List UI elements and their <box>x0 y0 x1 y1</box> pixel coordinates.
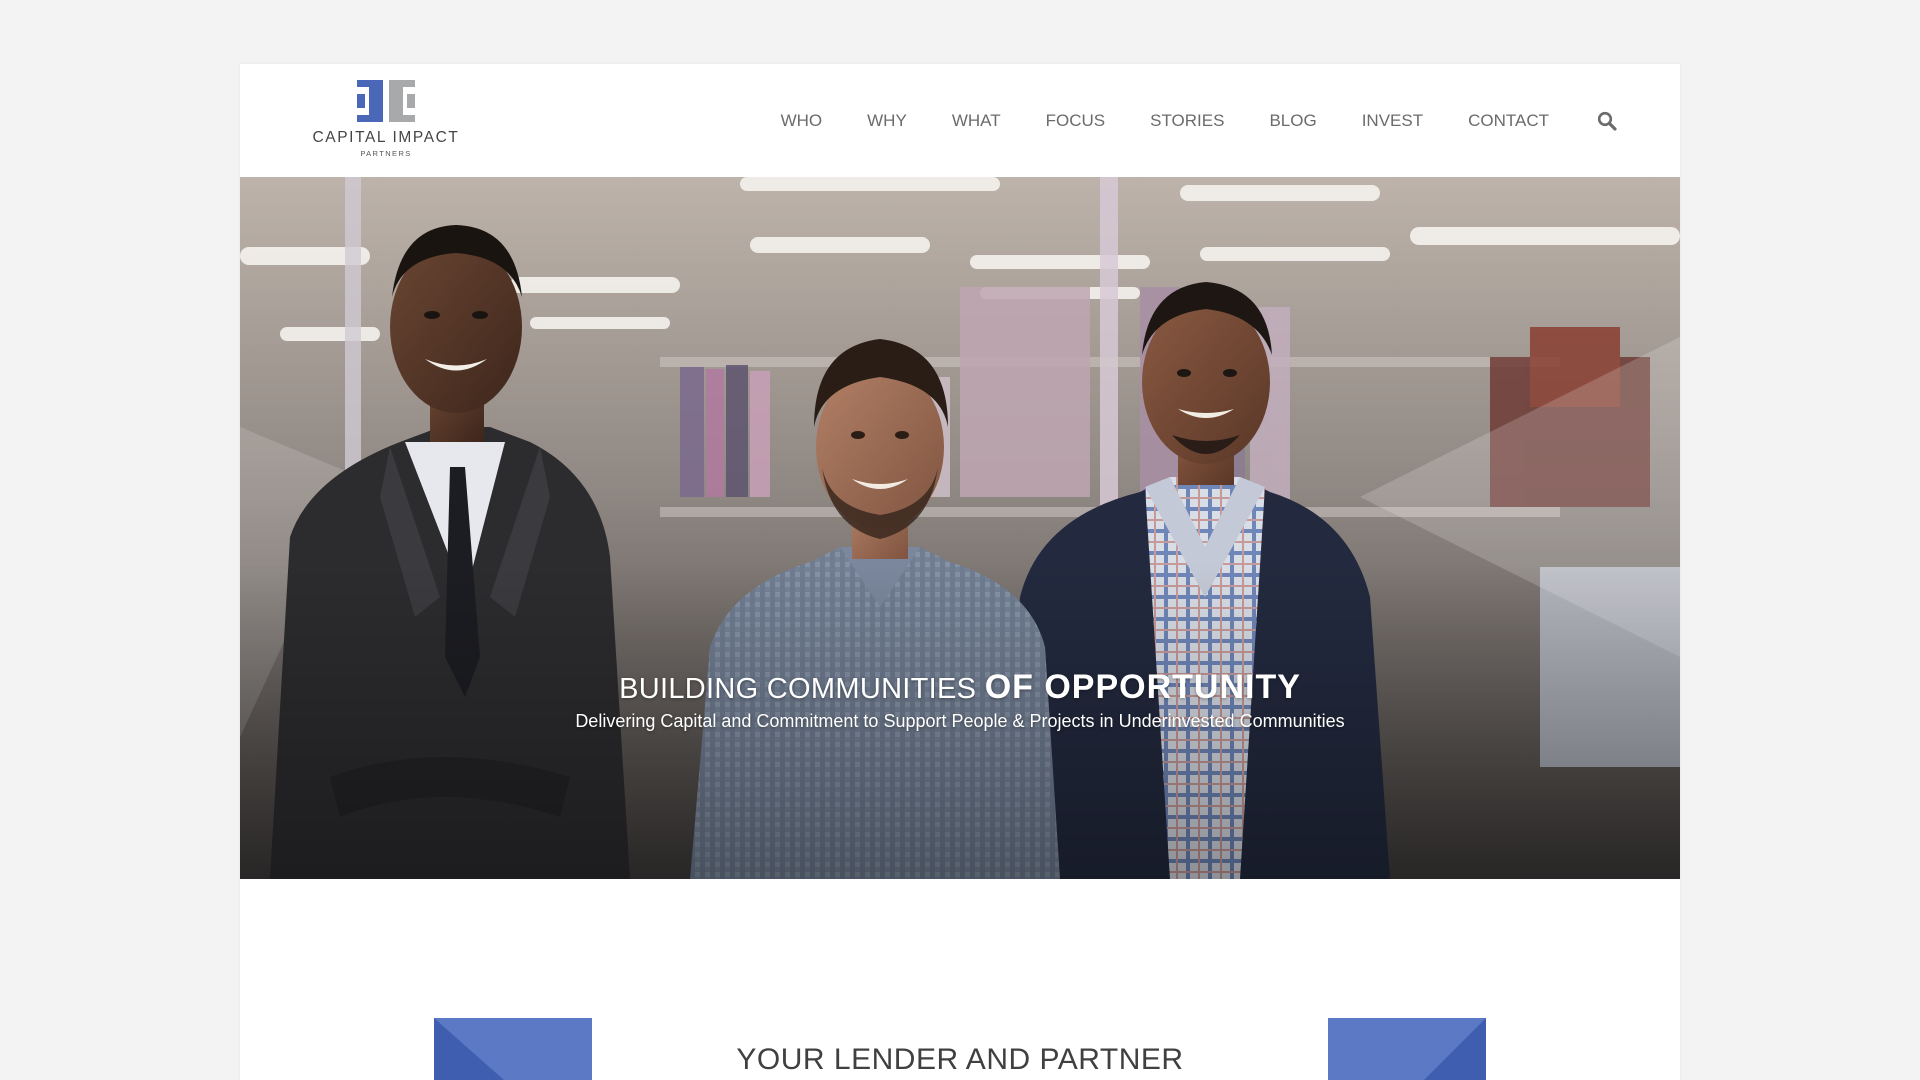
hero-title-bold: OF OPPORTUNITY <box>984 668 1301 706</box>
nav-item-invest[interactable]: INVEST <box>1362 111 1423 131</box>
site-logo[interactable]: CAPITAL IMPACT PARTNERS <box>306 80 466 162</box>
hero-text-block: BUILDING COMMUNITIES OF OPPORTUNITY Deli… <box>240 669 1680 733</box>
decorative-block-right <box>1328 1018 1486 1080</box>
nav-item-who[interactable]: WHO <box>781 111 823 131</box>
nav-item-why[interactable]: WHY <box>867 111 907 131</box>
search-icon <box>1597 111 1617 131</box>
search-button[interactable] <box>1596 110 1618 132</box>
nav-item-blog[interactable]: BLOG <box>1269 111 1316 131</box>
decorative-triangle-right-icon <box>1424 1018 1486 1080</box>
nav-item-what[interactable]: WHAT <box>952 111 1001 131</box>
nav-item-contact[interactable]: CONTACT <box>1468 111 1549 131</box>
nav-item-stories[interactable]: STORIES <box>1150 111 1224 131</box>
intro-section: YOUR LENDER AND PARTNER <box>240 879 1680 1080</box>
nav-item-focus[interactable]: FOCUS <box>1046 111 1106 131</box>
main-navigation: WHO WHY WHAT FOCUS STORIES BLOG INVEST C… <box>781 64 1618 177</box>
hero-title-light: BUILDING COMMUNITIES <box>619 673 977 705</box>
logo-subname: PARTNERS <box>360 149 412 158</box>
logo-name: CAPITAL IMPACT <box>312 129 460 146</box>
hero-photo-illustration <box>240 177 1680 879</box>
site-header: CAPITAL IMPACT PARTNERS WHO WHY WHAT FOC… <box>240 64 1680 177</box>
hero-title: BUILDING COMMUNITIES OF OPPORTUNITY <box>240 669 1680 707</box>
page-container: CAPITAL IMPACT PARTNERS WHO WHY WHAT FOC… <box>240 64 1680 1080</box>
capital-impact-logo-mark-icon <box>357 80 415 122</box>
hero-subtitle: Delivering Capital and Commitment to Sup… <box>575 711 1345 731</box>
hero-banner: BUILDING COMMUNITIES OF OPPORTUNITY Deli… <box>240 177 1680 879</box>
